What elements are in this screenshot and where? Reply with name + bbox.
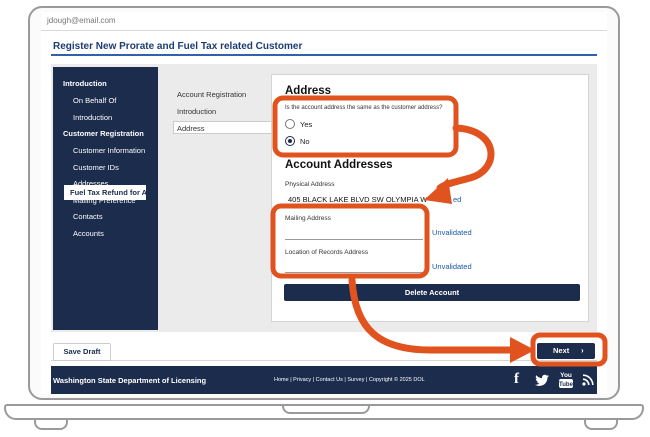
physical-address-status: ed bbox=[453, 195, 462, 204]
footer-org-name: Washington State Department of Licensing bbox=[53, 376, 207, 385]
facebook-icon[interactable]: f bbox=[514, 371, 519, 388]
sidebar-item-customer-information[interactable]: Customer Information bbox=[73, 146, 145, 155]
address-heading: Address bbox=[285, 85, 332, 97]
next-button-label: Next bbox=[553, 346, 570, 355]
page-title: Register New Prorate and Fuel Tax relate… bbox=[53, 41, 303, 52]
sub-navigation: Account Registration Introduction Addres… bbox=[163, 67, 273, 330]
title-underline bbox=[51, 54, 597, 56]
physical-address-value[interactable]: 405 BLACK LAKE BLVD SW OLYMPIA W bbox=[288, 195, 427, 204]
footer: Washington State Department of Licensing… bbox=[51, 366, 597, 394]
same-address-question: Is the account address the same as the c… bbox=[285, 105, 443, 111]
address-panel: Address Is the account address the same … bbox=[271, 74, 589, 322]
sidebar-item-customer-registration[interactable]: Customer Registration bbox=[63, 129, 144, 138]
screen: jdough@email.com Register New Prorate an… bbox=[41, 12, 607, 394]
laptop-foot-left bbox=[34, 420, 68, 430]
youtube-icon[interactable]: You Tube bbox=[558, 370, 574, 390]
records-address-status: Unvalidated bbox=[432, 262, 472, 271]
mailing-address-label: Mailing Address bbox=[285, 215, 331, 222]
subnav-item-introduction[interactable]: Introduction bbox=[177, 107, 216, 116]
save-draft-button[interactable]: Save Draft bbox=[53, 343, 111, 361]
laptop-base bbox=[4, 404, 644, 420]
delete-account-button[interactable]: Delete Account bbox=[284, 284, 580, 301]
sidebar-item-introduction[interactable]: Introduction bbox=[63, 79, 107, 88]
account-addresses-heading: Account Addresses bbox=[285, 159, 393, 171]
records-address-underline bbox=[285, 272, 423, 273]
subnav-item-address[interactable]: Address bbox=[173, 121, 273, 134]
sidebar-item-introduction-sub[interactable]: Introduction bbox=[73, 113, 112, 122]
subnav-item-account-registration[interactable]: Account Registration bbox=[177, 90, 246, 99]
chevron-right-icon: › bbox=[581, 346, 584, 355]
user-email: jdough@email.com bbox=[47, 16, 116, 25]
sidebar-item-customer-ids[interactable]: Customer IDs bbox=[73, 163, 119, 172]
sidebar-item-contacts[interactable]: Contacts bbox=[73, 212, 103, 221]
action-bar bbox=[51, 334, 597, 361]
svg-text:Tube: Tube bbox=[559, 382, 574, 388]
records-address-label: Location of Records Address bbox=[285, 249, 369, 256]
mailing-address-underline bbox=[285, 239, 423, 240]
svg-text:You: You bbox=[560, 372, 572, 379]
twitter-icon[interactable] bbox=[535, 374, 550, 387]
footer-links[interactable]: Home | Privacy | Contact Us | Survey | C… bbox=[274, 377, 425, 383]
physical-address-label: Physical Address bbox=[285, 181, 335, 188]
mailing-address-status: Unvalidated bbox=[432, 228, 472, 237]
sidebar-item-fuel-tax-refund[interactable]: Fuel Tax Refund for A bbox=[64, 185, 146, 200]
sidebar-item-accounts[interactable]: Accounts bbox=[73, 229, 104, 238]
laptop-foot-right bbox=[584, 420, 618, 430]
no-radio[interactable] bbox=[285, 136, 295, 146]
sidebar-item-on-behalf-of[interactable]: On Behalf Of bbox=[73, 96, 116, 105]
yes-radio[interactable] bbox=[285, 119, 295, 129]
next-button[interactable]: Next › bbox=[537, 343, 595, 359]
top-bar: jdough@email.com bbox=[41, 12, 607, 31]
laptop-notch bbox=[282, 406, 370, 414]
rss-icon[interactable] bbox=[582, 374, 594, 386]
no-radio-label[interactable]: No bbox=[300, 137, 310, 146]
yes-radio-label[interactable]: Yes bbox=[300, 120, 312, 129]
